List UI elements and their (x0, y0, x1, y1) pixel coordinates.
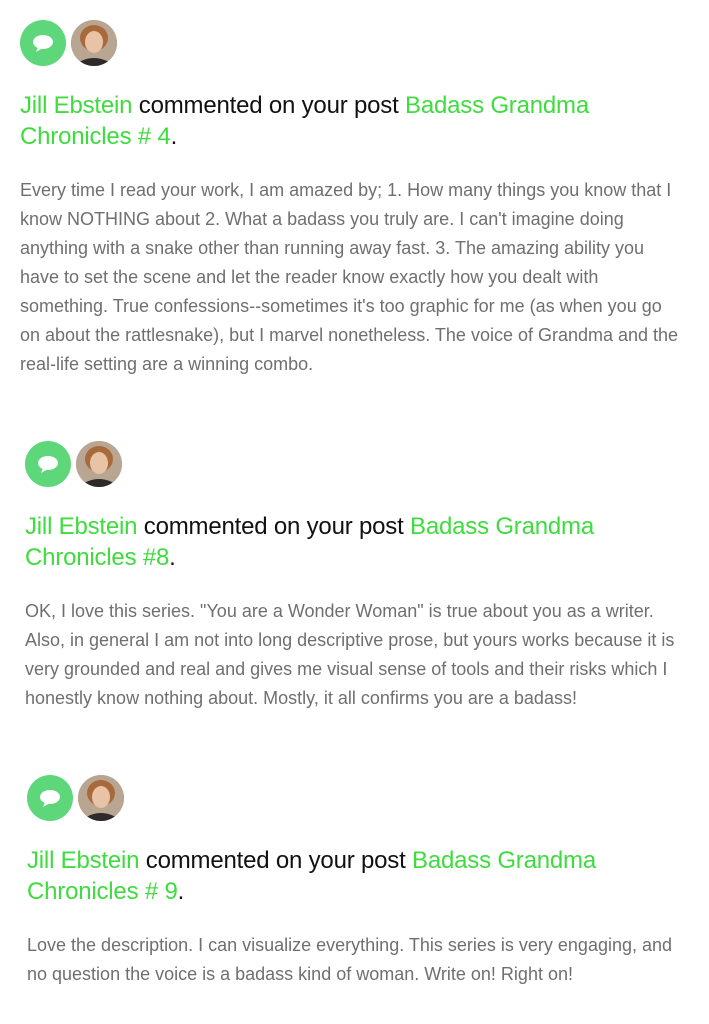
user-avatar[interactable] (78, 775, 124, 821)
author-link[interactable]: Jill Ebstein (25, 513, 138, 540)
comment-text: OK, I love this series. "You are a Wonde… (25, 601, 675, 708)
notification-icons (20, 20, 685, 68)
period-text: . (177, 878, 185, 905)
user-avatar[interactable] (71, 20, 117, 66)
author-link[interactable]: Jill Ebstein (20, 92, 133, 119)
notification-item: Jill Ebstein commented on your post Bada… (27, 775, 687, 989)
action-text: commented on your post (132, 92, 406, 119)
action-text: commented on your post (139, 847, 413, 874)
comment-bubble-icon (20, 20, 66, 66)
notification-icons (25, 441, 685, 489)
comment-text: Love the description. I can visualize ev… (27, 935, 673, 984)
author-link[interactable]: Jill Ebstein (27, 847, 140, 874)
comment-text: Every time I read your work, I am amazed… (20, 180, 679, 374)
notification-headline: Jill Ebstein commented on your post Bada… (25, 511, 685, 573)
comment-bubble-icon (25, 441, 71, 487)
period-text: . (169, 544, 176, 571)
action-text: commented on your post (137, 513, 411, 540)
notification-item: Jill Ebstein commented on your post Bada… (25, 441, 685, 713)
notification-item: Jill Ebstein commented on your post Bada… (20, 20, 685, 379)
notification-icons (27, 775, 687, 823)
period-text: . (170, 123, 178, 150)
comment-bubble-icon (27, 775, 73, 821)
notification-headline: Jill Ebstein commented on your post Bada… (20, 90, 685, 152)
user-avatar[interactable] (76, 441, 122, 487)
notification-headline: Jill Ebstein commented on your post Bada… (27, 845, 687, 907)
